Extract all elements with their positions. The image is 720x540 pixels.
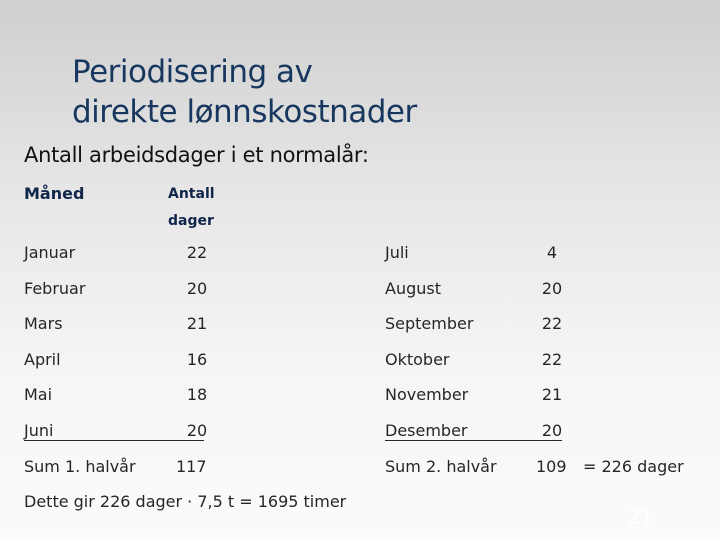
month-right: Juli bbox=[385, 243, 409, 262]
days-right: 22 bbox=[541, 314, 563, 333]
days-left: 20 bbox=[186, 421, 208, 440]
days-right: 20 bbox=[541, 279, 563, 298]
month-right: August bbox=[385, 279, 441, 298]
footer-note: Dette gir 226 dager · 7,5 t = 1695 timer bbox=[24, 492, 347, 511]
title-line-1: Periodisering av bbox=[72, 54, 313, 90]
header-days-2: dager bbox=[168, 213, 214, 229]
slide-number: 21 bbox=[628, 505, 654, 529]
sum1-label: Sum 1. halvår bbox=[24, 457, 136, 476]
month-left: Mars bbox=[24, 314, 63, 333]
month-right: September bbox=[385, 314, 474, 333]
title-line-2: direkte lønnskostnader bbox=[72, 94, 417, 130]
days-right: 21 bbox=[541, 385, 563, 404]
days-left: 16 bbox=[186, 350, 208, 369]
sum2-value: 109 bbox=[536, 457, 567, 476]
grand-total: = 226 dager bbox=[583, 457, 684, 476]
days-right: 20 bbox=[541, 421, 563, 440]
month-left: Mai bbox=[24, 385, 53, 404]
month-left: April bbox=[24, 350, 61, 369]
days-left: 22 bbox=[186, 243, 208, 262]
sum1-value: 117 bbox=[176, 457, 207, 476]
month-left: Januar bbox=[24, 243, 76, 262]
days-left: 21 bbox=[186, 314, 208, 333]
sum2-label: Sum 2. halvår bbox=[385, 457, 497, 476]
header-days-1: Antall bbox=[168, 186, 215, 202]
days-left: 20 bbox=[186, 279, 208, 298]
days-left: 18 bbox=[186, 385, 208, 404]
month-right: November bbox=[385, 385, 469, 404]
subtitle: Antall arbeidsdager i et normalår: bbox=[24, 143, 369, 167]
slide-title: Periodisering av direkte lønnskostnader bbox=[72, 52, 417, 132]
header-month: Måned bbox=[24, 184, 85, 203]
days-right: 22 bbox=[541, 350, 563, 369]
month-left: Februar bbox=[24, 279, 86, 298]
days-right: 4 bbox=[546, 243, 558, 262]
month-right: Oktober bbox=[385, 350, 450, 369]
